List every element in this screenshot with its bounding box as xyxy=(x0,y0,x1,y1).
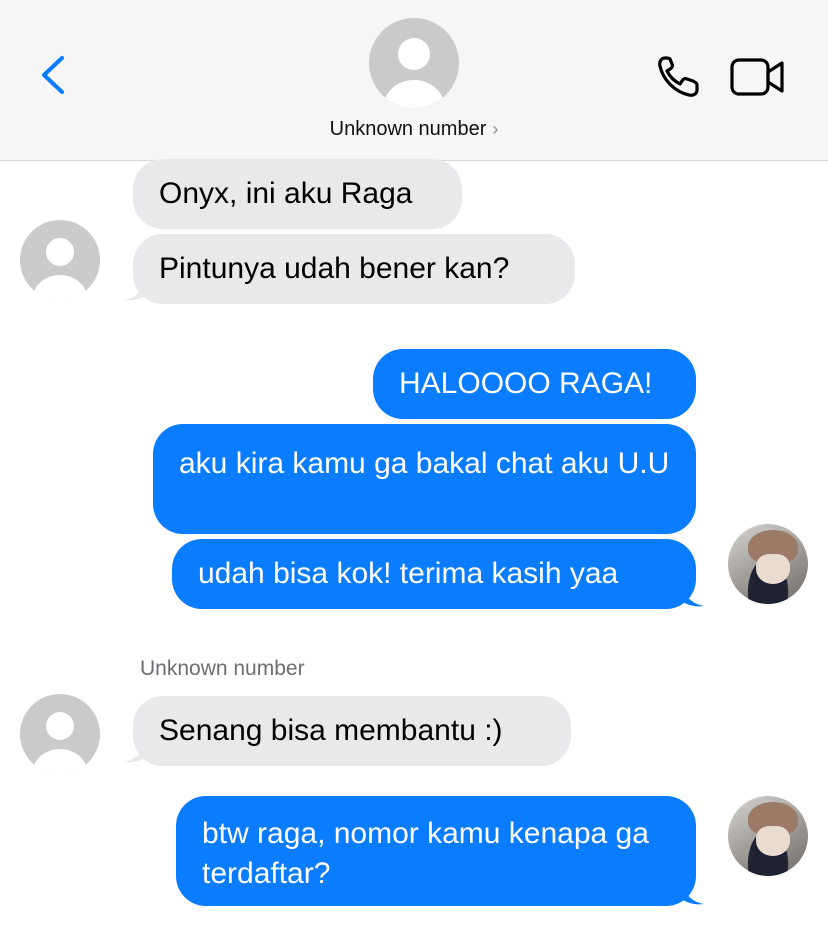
contact-name-button[interactable]: Unknown number › xyxy=(0,118,828,141)
sender-avatar-icon xyxy=(20,694,100,774)
contact-name-label: Unknown number xyxy=(329,118,487,140)
contact-avatar-icon[interactable] xyxy=(369,18,459,108)
video-camera-icon[interactable] xyxy=(728,52,788,100)
outgoing-message-bubble[interactable]: btw raga, nomor kamu kenapa ga terdaftar… xyxy=(176,796,696,906)
message-text: Onyx, ini aku Raga xyxy=(159,177,413,210)
incoming-message-bubble[interactable]: Pintunya udah bener kan? xyxy=(133,234,575,304)
message-text: Senang bisa membantu :) xyxy=(159,714,503,747)
message-text: Pintunya udah bener kan? xyxy=(159,252,510,285)
chevron-right-icon: › xyxy=(492,119,499,139)
message-text: aku kira kamu ga bakal chat aku U.U xyxy=(179,447,670,480)
sender-name-label: Unknown number xyxy=(140,657,305,680)
message-text: udah bisa kok! terima kasih yaa xyxy=(198,557,619,590)
outgoing-message-bubble[interactable]: aku kira kamu ga bakal chat aku U.U xyxy=(153,424,696,534)
self-avatar xyxy=(728,524,808,604)
sender-avatar-icon xyxy=(20,220,100,300)
self-avatar xyxy=(728,796,808,876)
outgoing-message-bubble[interactable]: udah bisa kok! terima kasih yaa xyxy=(172,539,696,609)
outgoing-message-bubble[interactable]: HALOOOO RAGA! xyxy=(373,349,696,419)
conversation-header: Unknown number › xyxy=(0,0,828,161)
incoming-message-bubble[interactable]: Onyx, ini aku Raga xyxy=(133,159,462,229)
back-chevron-icon[interactable] xyxy=(36,52,70,98)
incoming-message-bubble[interactable]: Senang bisa membantu :) xyxy=(133,696,571,766)
message-text: btw raga, nomor kamu kenapa ga terdaftar… xyxy=(202,817,649,890)
message-text: HALOOOO RAGA! xyxy=(399,367,653,400)
phone-icon[interactable] xyxy=(655,52,707,100)
